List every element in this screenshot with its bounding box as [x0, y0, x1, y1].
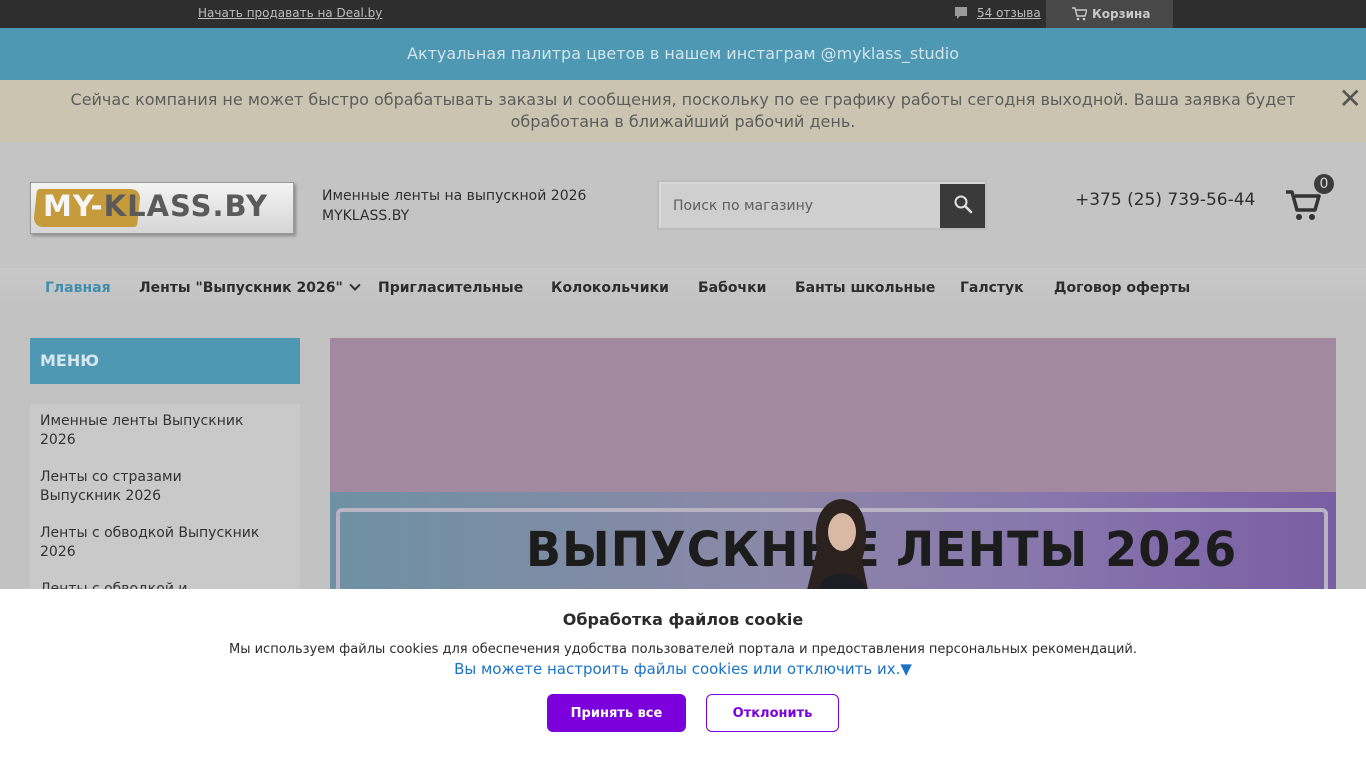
nav-item-invitations[interactable]: Пригласительные — [378, 280, 523, 296]
sidebar-item-outlined-ribbons[interactable]: Ленты с обводкой Выпускник 2026 — [40, 524, 290, 562]
main-nav: Главная Ленты "Выпускник 2026" Пригласит… — [0, 268, 1366, 310]
chevron-down-icon — [349, 279, 361, 291]
accept-all-button[interactable]: Принять все — [547, 694, 686, 732]
nav-item-school-bows[interactable]: Банты школьные — [795, 280, 935, 296]
sidebar-menu: Именные ленты Выпускник 2026 Ленты со ст… — [30, 404, 300, 604]
cookie-settings-link[interactable]: Вы можете настроить файлы cookies или от… — [0, 660, 1366, 678]
sidebar-title: МЕНЮ — [30, 338, 300, 384]
header-cart[interactable]: 0 — [1284, 174, 1334, 224]
cart-icon — [1284, 190, 1324, 228]
banner-word-2: ЛЕНТЫ 2026 — [896, 520, 1238, 578]
cookie-title: Обработка файлов cookie — [562, 610, 804, 629]
close-icon[interactable]: ✕ — [1339, 85, 1362, 113]
banner-person-image — [792, 490, 882, 598]
sidebar-item-rhinestone-ribbons[interactable]: Ленты со стразами Выпускник 2026 — [40, 468, 290, 506]
top-cart-button[interactable]: Корзина — [1046, 0, 1173, 28]
site-header: MY-KLASS.BY Именные ленты на выпускной 2… — [0, 142, 1366, 268]
reviews-link[interactable]: 54 отзыва — [954, 6, 1041, 20]
announcement-bar: Актуальная палитра цветов в нашем инстаг… — [0, 28, 1366, 80]
start-selling-link[interactable]: Начать продавать на Deal.by — [198, 6, 382, 20]
cookie-consent-panel: Обработка файлов cookie Мы используем фа… — [0, 589, 1366, 768]
nav-item-tie[interactable]: Галстук — [960, 280, 1024, 296]
cookie-description: Мы используем файлы cookies для обеспече… — [228, 642, 1137, 657]
decline-button[interactable]: Отклонить — [706, 694, 839, 732]
nav-item-bells[interactable]: Колокольчики — [551, 280, 669, 296]
nav-item-bowties[interactable]: Бабочки — [698, 280, 766, 296]
cart-icon — [1072, 7, 1088, 21]
search-icon — [953, 194, 973, 218]
search-input[interactable] — [661, 184, 941, 228]
nav-item-home[interactable]: Главная — [45, 280, 111, 296]
cart-count-badge: 0 — [1314, 174, 1334, 194]
top-cart-label: Корзина — [1092, 7, 1151, 21]
sidebar-item-named-ribbons[interactable]: Именные ленты Выпускник 2026 — [40, 412, 290, 450]
nav-item-ribbons-label: Ленты "Выпускник 2026" — [139, 280, 343, 296]
logo-text: MY-KLASS.BY — [43, 189, 269, 223]
search-button[interactable] — [940, 184, 985, 228]
notice-text: Сейчас компания не может быстро обрабаты… — [70, 90, 1296, 131]
promo-banner[interactable]: ВЫПУСКНЫЕ ЛЕНТЫ 2026 — [330, 338, 1336, 598]
nav-item-ribbons[interactable]: Ленты "Выпускник 2026" — [139, 279, 361, 296]
schedule-notice: Сейчас компания не может быстро обрабаты… — [0, 80, 1366, 142]
comment-icon — [954, 6, 968, 20]
site-tagline: Именные ленты на выпускной 2026 MYKLASS.… — [322, 188, 587, 224]
phone-number[interactable]: +375 (25) 739-56-44 — [1075, 190, 1255, 210]
top-bar: Начать продавать на Deal.by 54 отзыва Ко… — [0, 0, 1366, 28]
reviews-count: 54 отзыва — [977, 6, 1041, 20]
site-logo[interactable]: MY-KLASS.BY — [30, 182, 294, 234]
nav-item-offer[interactable]: Договор оферты — [1054, 280, 1190, 296]
search-box — [657, 180, 987, 230]
